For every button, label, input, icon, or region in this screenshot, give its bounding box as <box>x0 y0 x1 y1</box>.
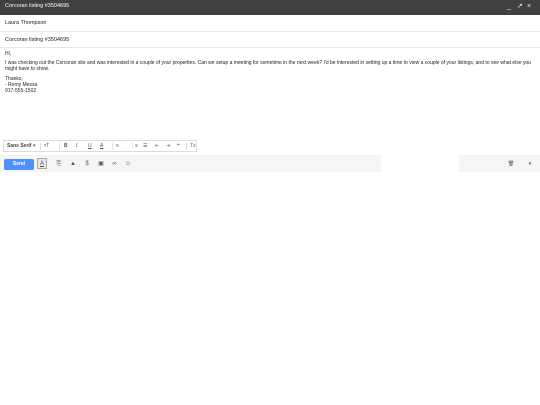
quote-icon[interactable]: ❝ <box>177 143 180 150</box>
chevron-down-icon[interactable]: ▾ <box>33 143 36 150</box>
numbered-list-icon[interactable]: ⋮≡ <box>130 143 138 150</box>
divider <box>112 143 113 150</box>
to-field[interactable]: Laura Thompson <box>5 20 46 26</box>
font-size-icon[interactable]: ᴛT <box>44 143 49 150</box>
minimize-icon[interactable]: _ <box>507 2 511 12</box>
indent-more-icon[interactable]: ⇥ <box>166 143 170 150</box>
body-signature-phone: 917-555-1502 <box>5 88 37 95</box>
formatting-toolbar: Sans Serif ▾ ᴛT B I U A ≡ ⋮≡ ☰ ⇤ ⇥ ❝ Tx <box>3 140 197 152</box>
divider <box>40 143 41 150</box>
bold-icon[interactable]: B <box>64 143 68 150</box>
drive-icon[interactable]: ▲ <box>69 159 77 170</box>
photo-icon[interactable]: ▣ <box>97 159 105 170</box>
send-button[interactable]: Send <box>4 159 34 170</box>
remove-formatting-icon[interactable]: Tx <box>190 143 196 150</box>
trash-icon[interactable]: 🗑 <box>507 159 515 170</box>
divider <box>0 47 540 48</box>
formatting-options-icon[interactable]: A <box>37 158 47 169</box>
font-family-select[interactable]: Sans Serif <box>7 143 31 150</box>
subject-field[interactable]: Corcoran listing #3504695 <box>5 37 69 43</box>
close-icon[interactable]: × <box>527 2 531 12</box>
popout-icon[interactable]: ↗ <box>517 2 523 12</box>
compose-title: Corcoran listing #3504695 <box>5 3 70 9</box>
bulleted-list-icon[interactable]: ☰ <box>143 143 147 150</box>
link-icon[interactable]: ∞ <box>110 159 119 170</box>
emoji-icon[interactable]: ☺ <box>124 159 132 170</box>
body-paragraph: I was checking out the Corcoran site and… <box>5 60 533 73</box>
compose-title-bar: Corcoran listing #3504695 _ ↗ × <box>0 0 540 15</box>
attach-icon[interactable]: ⎘ <box>55 159 63 170</box>
divider <box>59 143 60 150</box>
italic-icon[interactable]: I <box>76 143 77 150</box>
indent-less-icon[interactable]: ⇤ <box>155 143 159 150</box>
more-options-icon[interactable]: ▾ <box>526 159 534 170</box>
align-icon[interactable]: ≡ <box>116 143 119 150</box>
divider <box>0 31 540 32</box>
compose-bottom-toolbar <box>0 155 540 172</box>
message-body[interactable]: Hi, I was checking out the Corcoran site… <box>5 51 533 94</box>
text-color-icon[interactable]: A <box>100 143 103 150</box>
toolbar-gap <box>381 155 459 172</box>
divider <box>186 143 187 150</box>
underline-icon[interactable]: U <box>88 143 92 150</box>
money-icon[interactable]: $ <box>83 159 91 170</box>
